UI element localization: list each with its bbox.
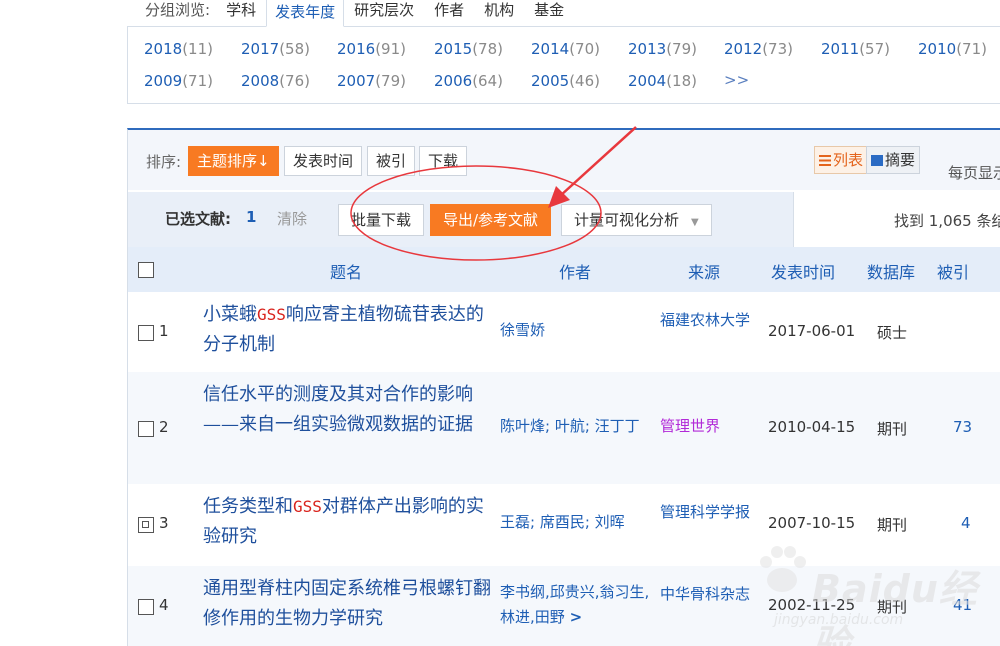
row-source[interactable]: 管理科学学报 (660, 500, 750, 525)
row-authors[interactable]: 李书纲,邱贵兴,翁习生,林进,田野 > (500, 580, 655, 630)
group-browse-tabs: 分组浏览: 学科 发表年度 研究层次 作者 机构 基金 (127, 0, 1000, 27)
dropdown-caret-icon: ▼ (691, 217, 699, 228)
sort-bar: 排序: 主题排序↓ 发表时间 被引 下载 列表 摘要 每页显示 (128, 130, 1000, 190)
row-checkbox-checked[interactable] (138, 517, 154, 533)
year-link[interactable]: 2013(79) (628, 40, 697, 58)
paw-icon (760, 546, 806, 592)
result-count: 找到 1,065 条结果 (894, 212, 1000, 230)
year-link[interactable]: 2005(46) (531, 72, 600, 90)
header-citation[interactable]: 被引 (937, 259, 969, 283)
row-number: 2 (159, 418, 169, 436)
row-authors[interactable]: 徐雪娇 (500, 318, 655, 343)
export-references-button[interactable]: 导出/参考文献 (430, 204, 552, 236)
row-title-link[interactable]: 信任水平的测度及其对合作的影响——来自一组实验微观数据的证据 (203, 380, 493, 440)
row-title-link[interactable]: 小菜蛾GSS响应寄主植物硫苷表达的分子机制 (203, 300, 493, 360)
year-link[interactable]: 2016(91) (337, 40, 406, 58)
year-link[interactable]: 2015(78) (434, 40, 503, 58)
tab-fund[interactable]: 基金 (524, 0, 574, 26)
per-page-label: 每页显示 (948, 164, 1000, 182)
header-source[interactable]: 来源 (688, 259, 720, 283)
results-table-header: 题名 作者 来源 发表时间 数据库 被引 (128, 247, 1000, 292)
selected-count: 1 (246, 208, 257, 226)
row-checkbox[interactable] (138, 421, 154, 437)
header-author[interactable]: 作者 (559, 259, 591, 283)
header-database[interactable]: 数据库 (867, 259, 915, 283)
year-filter-list: 2018(11) 2017(58) 2016(91) 2015(78) 2014… (127, 27, 1000, 104)
baidu-watermark: Baidu经验 jingyan.baidu.com (752, 540, 987, 646)
year-link[interactable]: 2007(79) (337, 72, 406, 90)
header-title[interactable]: 题名 (330, 259, 362, 283)
year-link[interactable]: 2010(71) (918, 40, 987, 58)
watermark-text: Baidu经验 (812, 567, 978, 646)
sort-by-download-button[interactable]: 下载 (419, 146, 468, 176)
row-title-link[interactable]: 任务类型和GSS对群体产出影响的实验研究 (203, 492, 493, 552)
year-link[interactable]: 2008(76) (241, 72, 310, 90)
row-source[interactable]: 管理世界 (660, 414, 750, 439)
sort-label: 排序: (146, 153, 182, 171)
view-abstract-button[interactable]: 摘要 (866, 146, 921, 174)
row-citation-count[interactable]: 73 (953, 418, 972, 436)
group-browse-label: 分组浏览: (145, 1, 211, 19)
sort-by-date-button[interactable]: 发表时间 (284, 146, 363, 176)
year-link[interactable]: 2009(71) (144, 72, 213, 90)
result-count-box: 找到 1,065 条结果 (793, 192, 1000, 247)
row-citation-count[interactable]: 4 (961, 514, 971, 532)
row-date: 2007-10-15 (768, 514, 856, 532)
row-database: 硕士 (877, 324, 908, 342)
selected-label: 已选文献: (165, 210, 231, 228)
row-number: 4 (159, 596, 169, 614)
row-date: 2017-06-01 (768, 322, 856, 340)
row-source[interactable]: 福建农林大学 (660, 308, 750, 333)
row-number: 3 (159, 514, 169, 532)
row-database: 期刊 (877, 420, 908, 438)
view-list-button[interactable]: 列表 (814, 146, 869, 174)
year-link[interactable]: 2006(64) (434, 72, 503, 90)
year-link[interactable]: 2018(11) (144, 40, 213, 58)
year-link[interactable]: 2004(18) (628, 72, 697, 90)
clear-selection-button[interactable]: 清除 (277, 208, 307, 229)
row-source[interactable]: 中华骨科杂志 (660, 582, 750, 607)
watermark-url: jingyan.baidu.com (774, 612, 904, 628)
table-row: 2 信任水平的测度及其对合作的影响——来自一组实验微观数据的证据 陈叶烽; 叶航… (128, 372, 1000, 484)
more-authors-icon[interactable]: > (570, 608, 583, 626)
tab-research-level[interactable]: 研究层次 (344, 0, 424, 26)
row-title-link[interactable]: 通用型脊柱内固定系统椎弓根螺钉翻修作用的生物力学研究 (203, 574, 493, 634)
abstract-icon (871, 148, 883, 166)
row-authors[interactable]: 王磊; 席酉民; 刘晖 (500, 510, 655, 535)
table-row: 1 小菜蛾GSS响应寄主植物硫苷表达的分子机制 徐雪娇 福建农林大学 2017-… (128, 292, 1000, 372)
list-icon (819, 148, 831, 166)
row-number: 1 (159, 322, 169, 340)
metrics-visualization-button[interactable]: 计量可视化分析 ▼ (561, 204, 712, 236)
tab-author[interactable]: 作者 (424, 0, 474, 26)
year-link[interactable]: 2012(73) (724, 40, 793, 58)
row-authors[interactable]: 陈叶烽; 叶航; 汪丁丁 (500, 414, 655, 439)
selection-bar: 已选文献: 1 清除 批量下载 导出/参考文献 计量可视化分析 ▼ 找到 1,06… (128, 192, 1000, 247)
year-more-link[interactable]: >> (724, 71, 749, 89)
year-link[interactable]: 2011(57) (821, 40, 890, 58)
row-database: 期刊 (877, 516, 908, 534)
sort-by-topic-button[interactable]: 主题排序↓ (188, 146, 279, 176)
sort-by-citation-button[interactable]: 被引 (367, 146, 416, 176)
year-link[interactable]: 2017(58) (241, 40, 310, 58)
header-date[interactable]: 发表时间 (771, 259, 835, 283)
row-date: 2010-04-15 (768, 418, 856, 436)
tab-subject[interactable]: 学科 (216, 0, 266, 26)
tab-institution[interactable]: 机构 (474, 0, 524, 26)
row-checkbox[interactable] (138, 599, 154, 615)
tab-publish-year[interactable]: 发表年度 (266, 0, 345, 27)
batch-download-button[interactable]: 批量下载 (338, 204, 425, 236)
select-all-checkbox[interactable] (138, 262, 154, 278)
row-checkbox[interactable] (138, 325, 154, 341)
year-link[interactable]: 2014(70) (531, 40, 600, 58)
